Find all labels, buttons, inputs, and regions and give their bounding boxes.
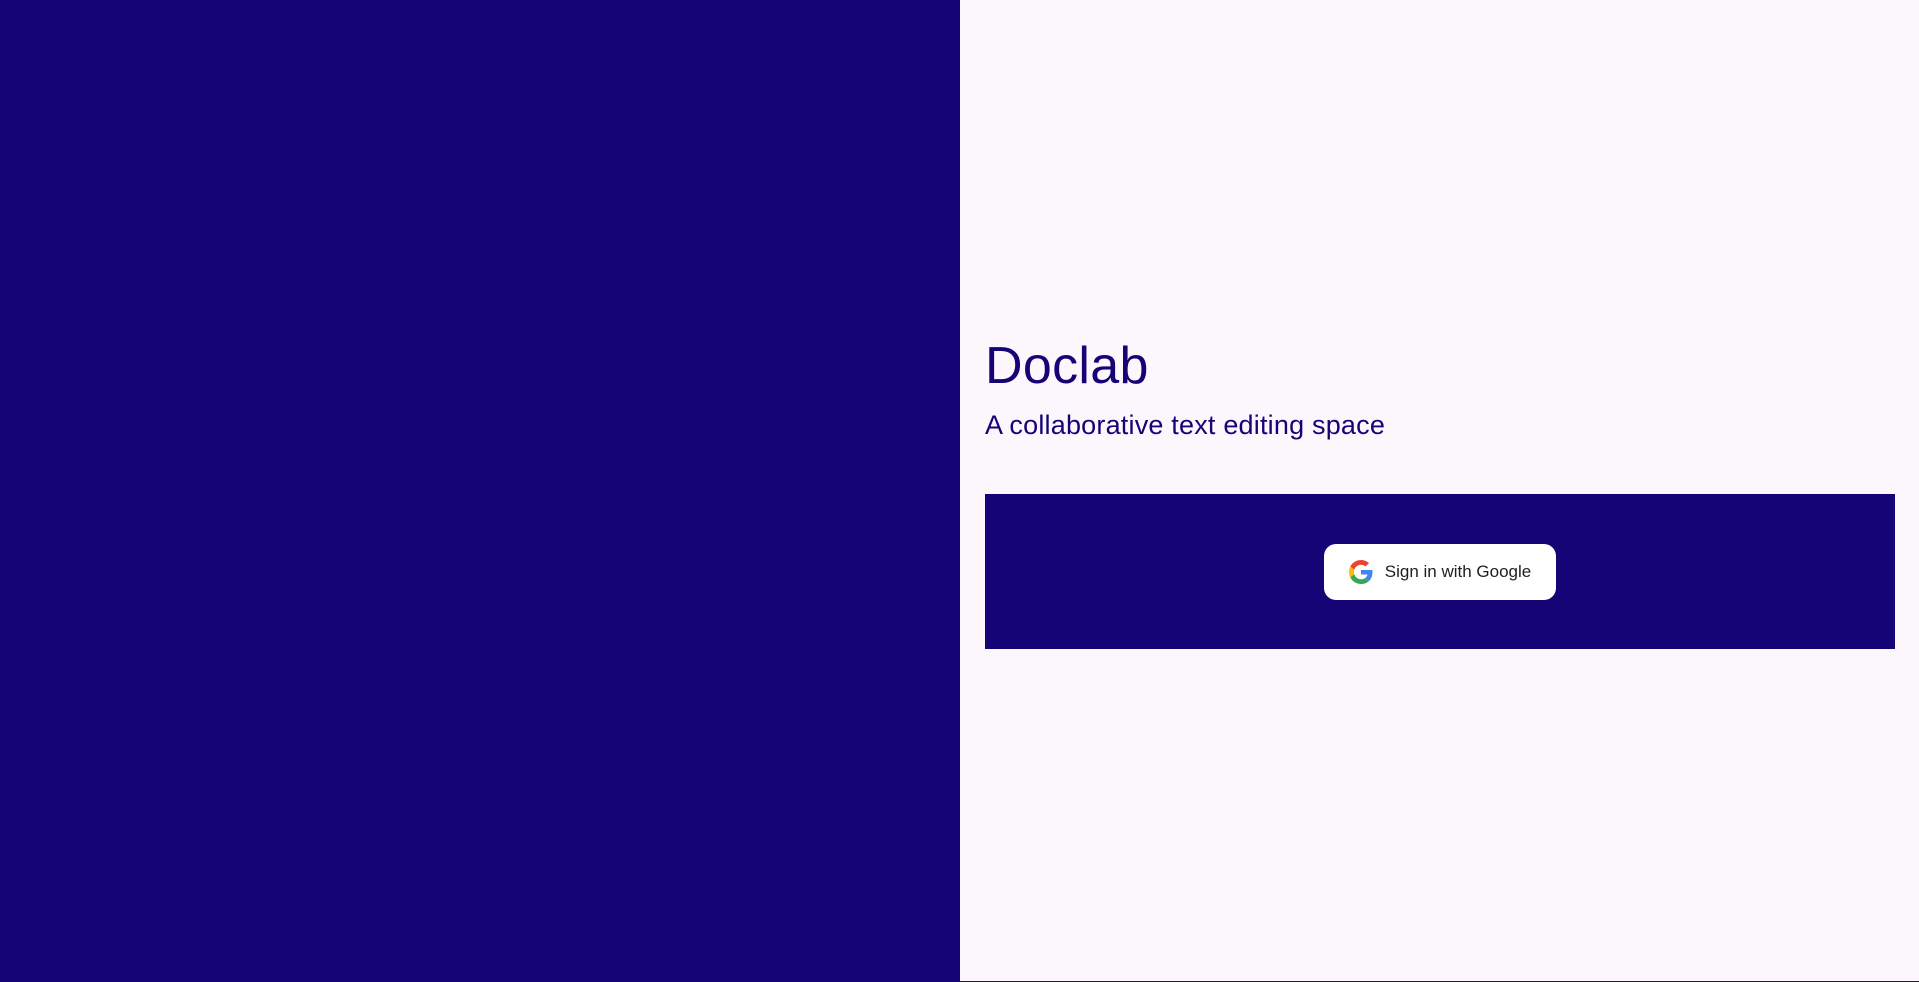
google-logo-icon (1348, 559, 1373, 584)
google-signin-label: Sign in with Google (1384, 561, 1532, 581)
app-subtitle: A collaborative text editing space (985, 410, 1386, 440)
google-signin-button[interactable]: Sign in with Google (1323, 543, 1557, 600)
app-title: Doclab (985, 337, 1149, 395)
signin-container: Sign in with Google (985, 494, 1895, 649)
login-panel: Doclab A collaborative text editing spac… (960, 0, 1919, 982)
brand-panel (0, 0, 960, 982)
login-page: Doclab A collaborative text editing spac… (0, 0, 1919, 982)
